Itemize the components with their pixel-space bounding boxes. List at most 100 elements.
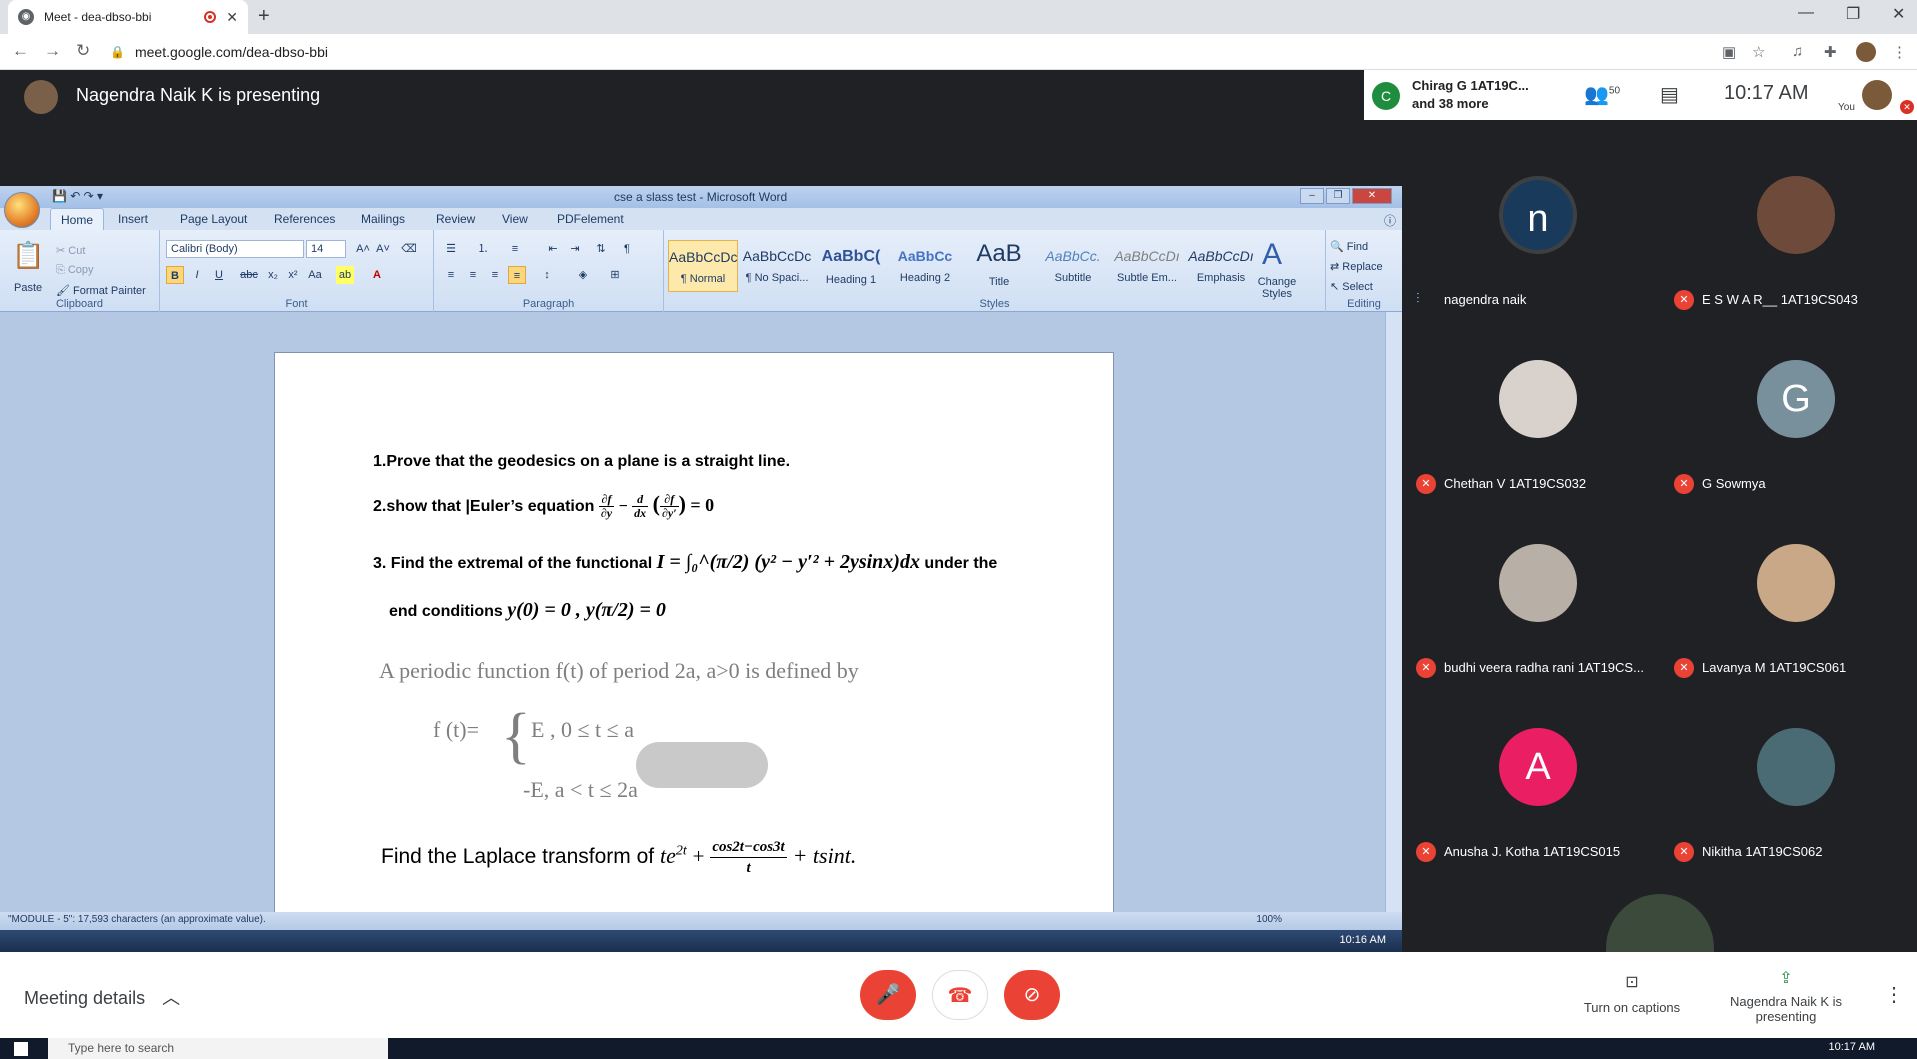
participants-chip[interactable]: C Chirag G 1AT19C... and 38 more <box>1368 72 1562 118</box>
word-close-button[interactable]: ✕ <box>1352 188 1392 204</box>
people-button[interactable]: 👥50 <box>1584 82 1620 107</box>
replace-button[interactable]: ⇄ Replace <box>1330 260 1383 273</box>
captions-button[interactable]: ⊡ Turn on captions <box>1572 972 1692 1015</box>
paste-icon[interactable]: 📋 <box>12 240 44 271</box>
address-bar[interactable]: 🔒 meet.google.com/dea-dbso-bbi <box>110 38 1910 66</box>
participant-tile[interactable]: A ✕ Anusha J. Kotha 1AT19CS015 <box>1402 692 1660 876</box>
font-name-select[interactable]: Calibri (Body) <box>166 240 304 258</box>
reload-icon[interactable]: ↻ <box>76 41 90 61</box>
participant-tile[interactable]: n ⫶ nagendra naik <box>1402 140 1660 324</box>
italic-button[interactable]: I <box>188 266 206 284</box>
style-title[interactable]: AaB Title <box>964 240 1034 292</box>
multilevel-list-button[interactable]: ≡ <box>506 240 524 258</box>
participant-tile[interactable]: ✕ Chethan V 1AT19CS032 <box>1402 324 1660 508</box>
chrome-menu-icon[interactable]: ⋮ <box>1892 43 1907 61</box>
bold-button[interactable]: B <box>166 266 184 284</box>
chat-icon[interactable]: ▤ <box>1660 82 1679 107</box>
style-no-spacing[interactable]: AaBbCcDc ¶ No Spaci... <box>742 240 812 292</box>
show-formatting-button[interactable]: ¶ <box>618 240 636 258</box>
browser-tab[interactable]: ◉ Meet - dea-dbso-bbi ✕ <box>8 0 248 34</box>
forward-arrow-icon[interactable]: → <box>44 41 61 61</box>
align-left-button[interactable]: ≡ <box>442 266 460 284</box>
subscript-button[interactable]: x₂ <box>264 266 282 284</box>
participant-tile[interactable]: ✕ budhi veera radha rani 1AT19CS... <box>1402 508 1660 692</box>
change-styles-icon[interactable]: A <box>1262 238 1282 272</box>
style-heading-2[interactable]: AaBbCc Heading 2 <box>890 240 960 292</box>
copy-button[interactable]: ⎘ Copy <box>56 264 94 277</box>
tab-insert[interactable]: Insert <box>118 212 148 226</box>
shrink-font-button[interactable]: A˅ <box>374 240 392 258</box>
tab-review[interactable]: Review <box>436 212 475 226</box>
bullets-button[interactable]: ☰ <box>442 240 460 258</box>
floating-presentation-controls[interactable] <box>636 742 768 788</box>
leave-call-button[interactable]: ☎ <box>932 970 988 1020</box>
change-case-button[interactable]: Aa <box>306 266 324 284</box>
participant-tile[interactable]: ✕ Nikitha 1AT19CS062 <box>1660 692 1917 876</box>
increase-indent-button[interactable]: ⇥ <box>566 240 584 258</box>
font-size-select[interactable]: 14 <box>306 240 346 258</box>
tab-page-layout[interactable]: Page Layout <box>180 212 247 226</box>
sort-button[interactable]: ⇅ <box>592 240 610 258</box>
participant-tile[interactable]: ✕ E S W A R__ 1AT19CS043 <box>1660 140 1917 324</box>
word-minimize-button[interactable]: – <box>1300 188 1324 204</box>
more-options-icon[interactable]: ⋮ <box>1884 982 1904 1007</box>
paste-button[interactable]: Paste <box>14 282 42 294</box>
style-subtitle[interactable]: AaBbCc. Subtitle <box>1038 240 1108 292</box>
tab-mailings[interactable]: Mailings <box>361 212 405 226</box>
extensions-icon[interactable]: ✚ <box>1824 43 1837 61</box>
format-painter-button[interactable]: 🖌 Format Painter <box>56 284 146 297</box>
style-subtle-emphasis[interactable]: AaBbCcDı Subtle Em... <box>1112 240 1182 292</box>
tab-pdfelement[interactable]: PDFelement <box>557 212 624 226</box>
strikethrough-button[interactable]: abc <box>240 266 258 284</box>
tab-home[interactable]: Home <box>50 208 105 231</box>
close-window-button[interactable]: ✕ <box>1892 4 1905 24</box>
participant-tile[interactable]: G ✕ G Sowmya <box>1660 324 1917 508</box>
grow-font-button[interactable]: A˄ <box>354 240 372 258</box>
mic-off-button[interactable]: 🎤 <box>860 970 916 1020</box>
font-color-button[interactable]: A <box>368 266 386 284</box>
bookmark-star-icon[interactable]: ☆ <box>1752 43 1765 61</box>
document-page[interactable]: 1.Prove that the geodesics on a plane is… <box>274 352 1114 952</box>
word-restore-button[interactable]: ❐ <box>1326 188 1350 204</box>
zoom-level[interactable]: 100% <box>1256 914 1282 925</box>
highlight-color-button[interactable]: ab <box>336 266 354 284</box>
tab-view[interactable]: View <box>502 212 528 226</box>
numbering-button[interactable]: ⒈ <box>474 240 492 258</box>
meeting-details-button[interactable]: Meeting details ︿ <box>24 984 180 1010</box>
restore-window-button[interactable]: ❐ <box>1846 4 1860 24</box>
underline-button[interactable]: U <box>210 266 228 284</box>
borders-button[interactable]: ⊞ <box>606 266 624 284</box>
presenting-button[interactable]: ⇪ Nagendra Naik K is presenting <box>1722 968 1850 1024</box>
align-right-button[interactable]: ≡ <box>486 266 504 284</box>
justify-button[interactable]: ≡ <box>508 266 526 284</box>
camera-off-button[interactable]: ⊘ <box>1004 970 1060 1020</box>
media-icon[interactable]: ♫ <box>1792 43 1803 60</box>
decrease-indent-button[interactable]: ⇤ <box>544 240 562 258</box>
superscript-button[interactable]: x² <box>284 266 302 284</box>
line-spacing-button[interactable]: ↕ <box>538 266 556 284</box>
quick-access-toolbar[interactable]: 💾 ↶ ↷ ▾ <box>52 189 103 203</box>
clear-formatting-button[interactable]: ⌫ <box>400 240 418 258</box>
participant-tile[interactable]: ✕ Lavanya M 1AT19CS061 <box>1660 508 1917 692</box>
change-styles-button[interactable]: Change Styles <box>1250 276 1304 300</box>
cut-button[interactable]: ✂ Cut <box>56 244 85 257</box>
camera-blocked-icon[interactable]: ▣ <box>1722 43 1736 61</box>
tab-references[interactable]: References <box>274 212 335 226</box>
minimize-window-button[interactable]: — <box>1798 4 1814 22</box>
back-arrow-icon[interactable]: ← <box>12 41 29 61</box>
windows-start-icon[interactable] <box>14 1042 28 1056</box>
style-emphasis[interactable]: AaBbCcDı Emphasis <box>1186 240 1256 292</box>
profile-avatar[interactable] <box>1856 42 1876 62</box>
style-heading-1[interactable]: AaBbC(Heading 1 <box>816 240 886 292</box>
vertical-scrollbar[interactable] <box>1385 312 1402 930</box>
taskbar-search[interactable]: Type here to search <box>48 1038 388 1059</box>
participant-avatar-partial[interactable] <box>1606 894 1714 952</box>
select-button[interactable]: ↖ Select <box>1330 280 1373 293</box>
close-tab-icon[interactable]: ✕ <box>226 9 238 26</box>
find-button[interactable]: 🔍 Find <box>1330 240 1368 253</box>
style-normal[interactable]: AaBbCcDc ¶ Normal <box>668 240 738 292</box>
shading-button[interactable]: ◈ <box>574 266 592 284</box>
align-center-button[interactable]: ≡ <box>464 266 482 284</box>
new-tab-button[interactable]: + <box>258 5 270 28</box>
help-icon[interactable]: ⓘ <box>1384 212 1396 229</box>
